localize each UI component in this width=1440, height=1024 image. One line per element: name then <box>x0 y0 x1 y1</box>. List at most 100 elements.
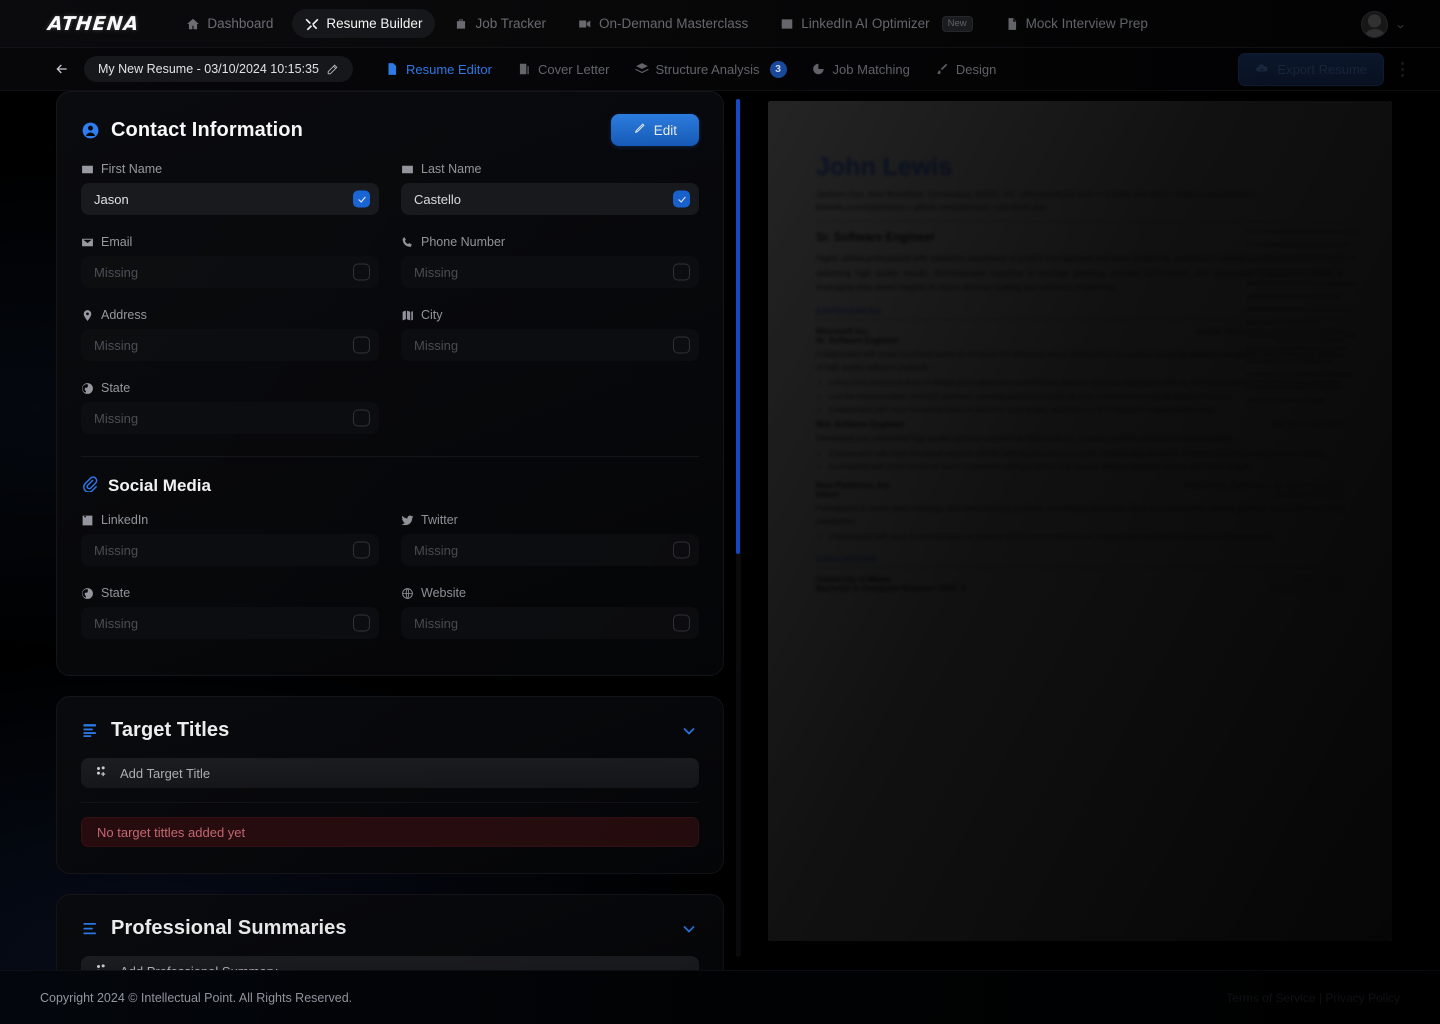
field-label: Phone Number <box>401 235 699 249</box>
globe-grid-icon <box>401 587 414 600</box>
nav-item-linkedin-optimizer[interactable]: LinkedIn AI Optimizer New <box>767 9 985 39</box>
tab-structure-analysis[interactable]: Structure Analysis 3 <box>625 55 797 84</box>
add-professional-summary-button[interactable]: Add Professional Summary <box>81 956 699 971</box>
preview-education: University of MiamiMiami, Florida Bachel… <box>816 575 1344 593</box>
avatar[interactable] <box>1361 11 1388 38</box>
field-twitter: Twitter Missing <box>401 513 699 566</box>
company: New Platforms, Inc. <box>816 481 892 490</box>
preview-sidebar-placeholder <box>1246 229 1364 411</box>
export-resume-button[interactable]: Export Resume <box>1238 53 1384 86</box>
nav-item-mock-interview-prep[interactable]: Mock Interview Prep <box>992 9 1161 38</box>
nav-label: Mock Interview Prep <box>1026 16 1148 31</box>
tab-job-matching[interactable]: Job Matching <box>802 56 920 83</box>
input-placeholder: Missing <box>414 265 458 280</box>
tab-design[interactable]: Design <box>925 56 1006 83</box>
twitter-verified-checkbox[interactable] <box>673 542 690 559</box>
layers-icon <box>635 62 649 76</box>
resume-name-label: My New Resume - 03/10/2024 10:15:35 <box>98 62 319 76</box>
social-state-input[interactable]: Missing <box>81 607 379 639</box>
linkedin-input[interactable]: Missing <box>81 534 379 566</box>
tab-label: Job Matching <box>833 62 910 77</box>
pencil-icon <box>633 122 646 138</box>
edit-contact-button[interactable]: Edit <box>611 114 699 146</box>
tab-label: Cover Letter <box>538 62 610 77</box>
pie-icon <box>812 62 826 76</box>
add-target-title-button[interactable]: Add Target Title <box>81 758 699 788</box>
last-name-verified-checkbox[interactable] <box>673 191 690 208</box>
last-name-input[interactable]: Castello <box>401 183 699 215</box>
field-label: LinkedIn <box>81 513 379 527</box>
job-bullets: Collaborated with cross functional teams… <box>829 448 1344 474</box>
email-input[interactable]: Missing <box>81 256 379 288</box>
bullet: Collaborated with cross functional teams… <box>829 448 1344 461</box>
preview-contact-line: Jackson Dan, New Brookfield, Connecticut… <box>816 189 1344 214</box>
divider <box>81 802 699 803</box>
state-input[interactable]: Missing <box>81 402 379 434</box>
nav-item-dashboard[interactable]: Dashboard <box>173 9 286 38</box>
editor-scrollbar-thumb[interactable] <box>736 99 740 554</box>
contact-fields-grid: First Name Jason Last Name Castello <box>81 162 699 444</box>
linkedin-verified-checkbox[interactable] <box>353 542 370 559</box>
arrow-left-icon <box>54 61 70 77</box>
address-input[interactable]: Missing <box>81 329 379 361</box>
back-button[interactable] <box>52 59 72 79</box>
first-name-input[interactable]: Jason <box>81 183 379 215</box>
footer-links: Terms of Service | Privacy Policy <box>1226 991 1400 1005</box>
first-name-verified-checkbox[interactable] <box>353 191 370 208</box>
email-verified-checkbox[interactable] <box>353 264 370 281</box>
degree: Bachelor in Computer Science • GPA: 4 <box>816 584 965 593</box>
address-verified-checkbox[interactable] <box>353 337 370 354</box>
chevron-down-icon[interactable] <box>1395 19 1406 30</box>
nav-label: LinkedIn AI Optimizer <box>801 16 929 31</box>
empty-message: No target tittles added yet <box>97 825 245 840</box>
company: Microsoft Inc. <box>816 327 869 336</box>
state-verified-checkbox[interactable] <box>353 410 370 427</box>
label-text: Address <box>101 308 147 322</box>
more-vertical-icon[interactable] <box>1394 58 1410 80</box>
pencil-square-icon[interactable] <box>326 63 339 76</box>
city-input[interactable]: Missing <box>401 329 699 361</box>
social-state-verified-checkbox[interactable] <box>353 615 370 632</box>
twitter-input[interactable]: Missing <box>401 534 699 566</box>
envelope-icon <box>81 236 94 249</box>
label-text: Phone Number <box>421 235 505 249</box>
terms-of-service-link[interactable]: Terms of Service <box>1226 991 1315 1005</box>
website-verified-checkbox[interactable] <box>673 615 690 632</box>
app-logo[interactable]: ATHENA <box>47 13 141 35</box>
nav-item-job-tracker[interactable]: Job Tracker <box>441 9 559 38</box>
label-text: First Name <box>101 162 162 176</box>
tab-resume-editor[interactable]: Resume Editor <box>375 56 502 83</box>
tab-cover-letter[interactable]: Cover Letter <box>507 56 620 83</box>
resume-tab-list: Resume Editor Cover Letter Structure Ana… <box>375 55 1006 84</box>
resume-preview-paper[interactable]: John Lewis Jackson Dan, New Brookfield, … <box>768 101 1392 941</box>
school: University of Miami <box>816 575 891 584</box>
phone-icon <box>401 236 414 249</box>
top-navigation-bar: ATHENA Dashboard Resume Builder Job Trac… <box>0 0 1440 48</box>
copyright-text: Copyright 2024 © Intellectual Point. All… <box>40 991 352 1005</box>
chevron-down-icon[interactable] <box>679 721 699 741</box>
nav-label: Job Tracker <box>475 16 546 31</box>
home-icon <box>186 17 200 31</box>
contact-title-group: Contact Information <box>81 119 303 142</box>
tools-icon <box>305 17 319 31</box>
field-label: Twitter <box>401 513 699 527</box>
city-verified-checkbox[interactable] <box>673 337 690 354</box>
account-menu[interactable] <box>1361 0 1406 48</box>
phone-number-input[interactable]: Missing <box>401 256 699 288</box>
nav-item-masterclass[interactable]: On-Demand Masterclass <box>565 9 761 38</box>
paperclip-icon <box>81 475 98 497</box>
degree-dates: Aug 2010 • Jun 2014 <box>1270 584 1344 593</box>
input-value: Jason <box>94 192 129 207</box>
phone-verified-checkbox[interactable] <box>673 264 690 281</box>
input-value: Castello <box>414 192 461 207</box>
chevron-down-icon[interactable] <box>679 919 699 939</box>
privacy-policy-link[interactable]: Privacy Policy <box>1325 991 1400 1005</box>
section-divider <box>81 456 699 457</box>
field-state: State Missing <box>81 381 379 434</box>
label-text: Email <box>101 235 132 249</box>
nav-item-resume-builder[interactable]: Resume Builder <box>292 9 435 38</box>
resume-name-chip[interactable]: My New Resume - 03/10/2024 10:15:35 <box>84 56 353 82</box>
globe-icon <box>81 382 94 395</box>
job-bullets: Collaborated with cross functional teams… <box>829 531 1344 544</box>
website-input[interactable]: Missing <box>401 607 699 639</box>
